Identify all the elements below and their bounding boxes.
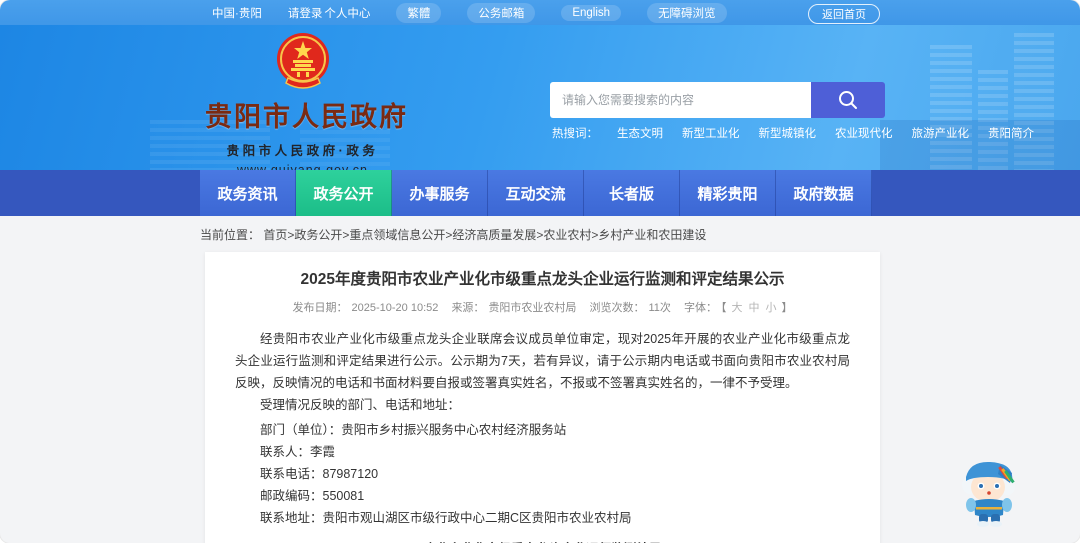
english-link[interactable]: English xyxy=(561,4,622,21)
site-subtitle: 贵阳市人民政府·政务 xyxy=(226,144,379,158)
traditional-chinese-link[interactable]: 繁體 xyxy=(396,2,442,23)
breadcrumb-label: 当前位置： xyxy=(200,227,261,242)
font-bracket: 【 xyxy=(720,302,727,314)
article-paragraph: 受理情况反映的部门、电话和地址： xyxy=(260,398,461,412)
font-size-medium-button[interactable]: 中 xyxy=(748,302,759,314)
nav-tab-办事服务[interactable]: 办事服务 xyxy=(392,170,488,216)
nav-tab-精彩贵阳[interactable]: 精彩贵阳 xyxy=(680,170,776,216)
hot-search-row: 热搜词： 生态文明 新型工业化 新型城镇化 农业现代化 旅游产业化 贵阳简介 xyxy=(552,125,1034,141)
site-url: www.guiyang.gov.cn xyxy=(236,163,369,170)
site-banner: 贵阳市人民政府 贵阳市人民政府·政务 www.guiyang.gov.cn 热搜… xyxy=(0,25,1080,170)
main-navigation: 政务资讯 政务公开 办事服务 互动交流 长者版 精彩贵阳 政府数据 xyxy=(0,170,1080,216)
article-meta: 发布日期： 2025-10-20 10:52 来源： 贵阳市农业农村局 浏览次数： 1… xyxy=(235,299,850,315)
guiyang-gov-page: 中国·贵阳 请登录 个人中心 繁體 公务邮箱 English 无障碍浏览 返回首… xyxy=(0,0,1080,543)
contact-line: 部门（单位）：贵阳市乡村振兴服务中心农村经济服务站 xyxy=(260,423,567,437)
hot-search-word[interactable]: 旅游产业化 xyxy=(912,125,970,141)
breadcrumb-path[interactable]: 首页>政务公开>重点领域信息公开>经济高质量发展>农业农村>乡村产业和农田建设 xyxy=(263,228,706,242)
contact-line: 邮政编码：550081 xyxy=(260,489,365,503)
search-button[interactable] xyxy=(811,82,885,118)
font-size-label: 字体： xyxy=(683,302,717,314)
font-bracket: 】 xyxy=(781,302,793,314)
article-title: 2025年度贵阳市农业产业化市级重点龙头企业运行监测和评定结果公示 xyxy=(300,271,785,288)
article-body: 经贵阳市农业产业化市级重点龙头企业联席会议成员单位审定，现对2025年开展的农业… xyxy=(235,328,850,526)
nav-tab-政府数据[interactable]: 政府数据 xyxy=(776,170,872,216)
nav-tab-政务资讯[interactable]: 政务资讯 xyxy=(200,170,296,216)
article-card: 2025年度贵阳市农业产业化市级重点龙头企业运行监测和评定结果公示 发布日期： 2… xyxy=(205,252,880,543)
contact-line: 联系电话：87987120 xyxy=(260,467,379,481)
breadcrumb-row: 当前位置： 首页>政务公开>重点领域信息公开>经济高质量发展>农业农村>乡村产业… xyxy=(0,216,1080,252)
contact-line: 联系地址：贵阳市观山湖区市级行政中心二期C区贵阳市农业农村局 xyxy=(260,511,632,525)
national-emblem-icon xyxy=(276,33,329,89)
publish-date: 2025-10-20 10:52 xyxy=(351,302,439,314)
gov-mail-link[interactable]: 公务邮箱 xyxy=(467,2,536,23)
mascot-widget[interactable] xyxy=(956,453,1022,527)
accessibility-link[interactable]: 无障碍浏览 xyxy=(647,2,727,23)
region-link[interactable]: 中国·贵阳 xyxy=(212,5,262,21)
font-size-small-button[interactable]: 小 xyxy=(765,302,776,314)
results-table-title: 农业产业化市级重点龙头企业运行监测结果 xyxy=(235,538,850,543)
hot-search-word[interactable]: 新型工业化 xyxy=(682,125,740,141)
search-input[interactable] xyxy=(550,82,811,118)
hot-search-word[interactable]: 新型城镇化 xyxy=(759,125,817,141)
login-link[interactable]: 请登录 xyxy=(288,5,323,21)
mascot-icon xyxy=(962,461,1015,527)
search-bar xyxy=(550,82,885,118)
article-paragraph: 经贵阳市农业产业化市级重点龙头企业联席会议成员单位审定，现对2025年开展的农业… xyxy=(235,332,850,390)
hot-search-word[interactable]: 贵阳简介 xyxy=(988,125,1034,141)
top-utility-bar: 中国·贵阳 请登录 个人中心 繁體 公务邮箱 English 无障碍浏览 返回首… xyxy=(0,0,1080,25)
site-logo[interactable]: 贵阳市人民政府 贵阳市人民政府·政务 www.guiyang.gov.cn xyxy=(205,31,408,170)
site-title: 贵阳市人民政府 xyxy=(205,102,408,132)
nav-tab-互动交流[interactable]: 互动交流 xyxy=(488,170,584,216)
hot-search-word[interactable]: 农业现代化 xyxy=(835,125,893,141)
publish-date-label: 发布日期： xyxy=(292,302,348,314)
user-center-link[interactable]: 个人中心 xyxy=(324,5,370,21)
search-icon xyxy=(839,91,857,109)
views-label: 浏览次数： xyxy=(589,302,645,314)
source-value: 贵阳市农业农村局 xyxy=(488,302,577,314)
breadcrumb: 当前位置： 首页>政务公开>重点领域信息公开>经济高质量发展>农业农村>乡村产业… xyxy=(200,226,706,243)
nav-tab-长者版[interactable]: 长者版 xyxy=(584,170,680,216)
source-label: 来源： xyxy=(451,302,485,314)
views-value: 11次 xyxy=(648,302,671,314)
contact-line: 联系人：李霞 xyxy=(260,445,336,459)
hot-search-label: 热搜词： xyxy=(552,128,598,140)
nav-tab-政务公开[interactable]: 政务公开 xyxy=(296,170,392,216)
font-size-large-button[interactable]: 大 xyxy=(731,302,742,314)
back-home-button[interactable]: 返回首页 xyxy=(808,4,880,24)
hot-search-word[interactable]: 生态文明 xyxy=(617,125,663,141)
